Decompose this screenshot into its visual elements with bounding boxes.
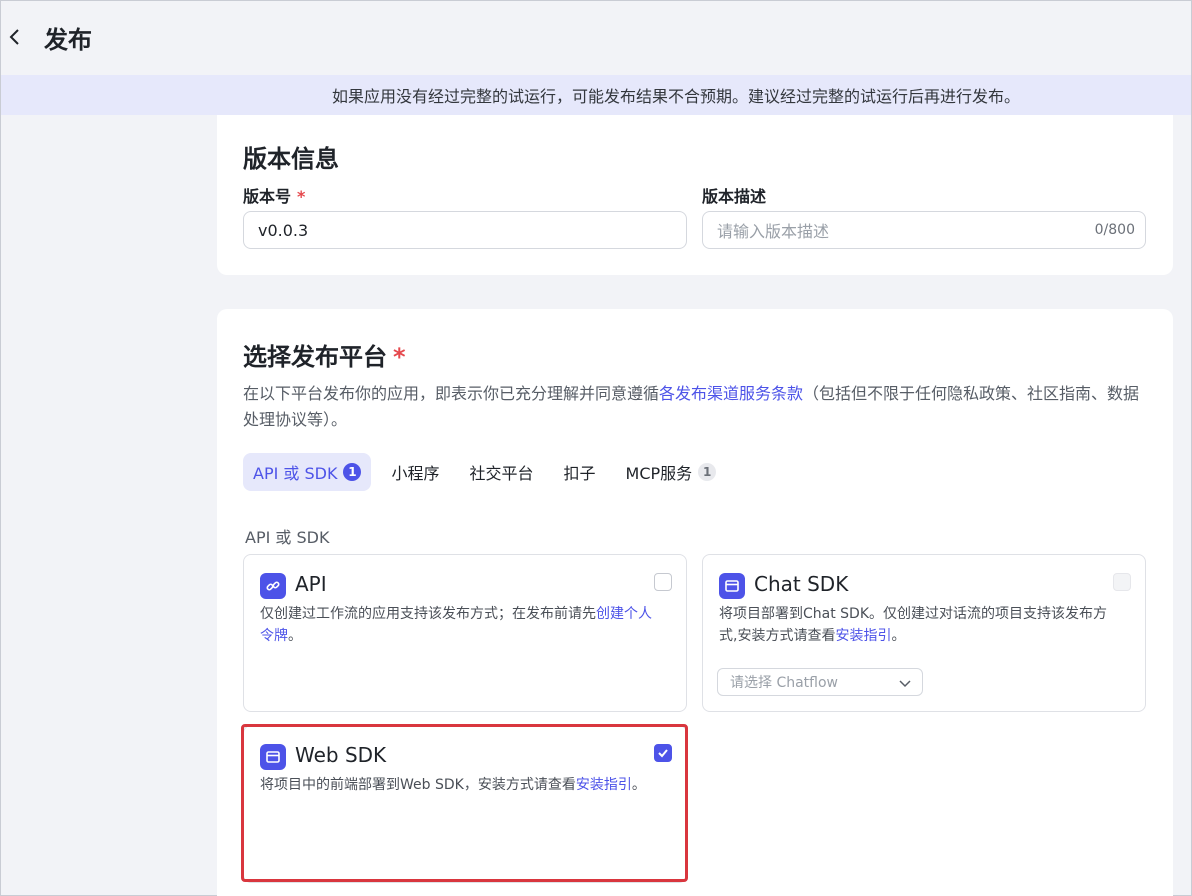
option-web-sdk[interactable]: Web SDK 将项目中的前端部署到Web SDK，安装方式请查看安装指引。 (243, 725, 687, 883)
install-guide-link[interactable]: 安装指引 (576, 777, 632, 793)
option-text: 仅创建过工作流的应用支持该发布方式；在发布前请先 (260, 606, 596, 622)
option-description: 仅创建过工作流的应用支持该发布方式；在发布前请先创建个人令牌。 (260, 603, 664, 647)
notice-banner: 如果应用没有经过完整的试运行，可能发布结果不合预期。建议经过完整的试运行后再进行… (1, 75, 1191, 115)
tab-label: 社交平台 (469, 464, 534, 483)
version-number-label-text: 版本号 (243, 187, 292, 206)
version-number-value: v0.0.3 (258, 220, 309, 240)
option-suffix: 。 (891, 628, 906, 644)
chevron-left-icon[interactable] (7, 27, 23, 47)
version-description-counter: 0/800 (1094, 222, 1135, 238)
description-prefix: 在以下平台发布你的应用，即表示你已充分理解并同意遵循 (243, 384, 660, 403)
version-info-card: 版本信息 版本号 * v0.0.3 版本描述 请输入版本描述 0/800 (217, 115, 1173, 275)
publish-platform-title: 选择发布平台 * (243, 337, 406, 372)
version-info-title: 版本信息 (243, 139, 339, 174)
web-sdk-checkbox[interactable] (654, 744, 672, 762)
tab-mcp-service[interactable]: MCP服务 1 (616, 453, 727, 491)
window-icon (719, 573, 745, 599)
version-info-title-text: 版本信息 (243, 145, 339, 173)
option-suffix: 。 (631, 777, 646, 793)
tab-count-badge: 1 (698, 463, 717, 481)
chevron-down-icon (899, 680, 911, 688)
chatflow-select[interactable]: 请选择 Chatflow (717, 668, 923, 696)
top-bar: 发布 (1, 1, 1191, 75)
option-name: Web SDK (295, 743, 387, 767)
tab-api-sdk[interactable]: API 或 SDK 1 (243, 453, 372, 491)
option-description: 将项目部署到Chat SDK。仅创建过对话流的项目支持该发布方式,安装方式请查看… (719, 603, 1123, 647)
service-terms-link[interactable]: 各发布渠道服务条款 (659, 384, 803, 403)
chat-sdk-checkbox[interactable] (1113, 573, 1131, 591)
option-name: Chat SDK (754, 572, 849, 596)
tab-coze[interactable]: 扣子 (554, 453, 606, 491)
option-text: 将项目部署到Chat SDK。仅创建过对话流的项目支持该发布方式,安装方式请查看 (719, 606, 1108, 644)
publish-platform-description: 在以下平台发布你的应用，即表示你已充分理解并同意遵循各发布渠道服务条款（包括但不… (243, 381, 1143, 433)
notice-text: 如果应用没有经过完整的试运行，可能发布结果不合预期。建议经过完整的试运行后再进行… (331, 87, 1020, 106)
tab-label: API 或 SDK (253, 464, 338, 483)
version-description-label: 版本描述 (702, 187, 767, 206)
required-mark: * (297, 187, 306, 206)
publish-platform-card: 选择发布平台 * 在以下平台发布你的应用，即表示你已充分理解并同意遵循各发布渠道服… (217, 309, 1173, 896)
page-title: 发布 (44, 26, 92, 54)
version-description-input[interactable]: 请输入版本描述 0/800 (702, 211, 1146, 249)
option-description: 将项目中的前端部署到Web SDK，安装方式请查看安装指引。 (260, 774, 664, 796)
tab-label: 小程序 (391, 464, 440, 483)
link-icon (260, 573, 286, 599)
required-mark: * (393, 343, 406, 371)
section-label: API 或 SDK (245, 528, 330, 547)
check-icon (658, 749, 668, 758)
tab-count-badge: 1 (343, 463, 362, 481)
api-checkbox[interactable] (654, 573, 672, 591)
tab-label: 扣子 (563, 464, 596, 483)
option-name: API (295, 572, 327, 596)
chatflow-select-placeholder: 请选择 Chatflow (730, 675, 839, 691)
option-suffix: 。 (288, 628, 302, 644)
version-number-input[interactable]: v0.0.3 (243, 211, 687, 249)
tab-label: MCP服务 (625, 464, 693, 483)
tab-social-platform[interactable]: 社交平台 (459, 453, 543, 491)
window-icon (260, 744, 286, 770)
tab-mini-program[interactable]: 小程序 (381, 453, 449, 491)
install-guide-link[interactable]: 安装指引 (835, 628, 891, 644)
version-description-placeholder: 请输入版本描述 (717, 222, 830, 241)
option-api[interactable]: API 仅创建过工作流的应用支持该发布方式；在发布前请先创建个人令牌。 (243, 554, 687, 712)
version-number-label: 版本号 * (243, 183, 305, 207)
platform-tabs: API 或 SDK 1 小程序 社交平台 扣子 MCP服务 1 (243, 453, 736, 491)
option-chat-sdk[interactable]: Chat SDK 将项目部署到Chat SDK。仅创建过对话流的项目支持该发布方… (702, 554, 1146, 712)
publish-platform-title-text: 选择发布平台 (243, 343, 387, 371)
option-text: 将项目中的前端部署到Web SDK，安装方式请查看 (260, 777, 576, 793)
